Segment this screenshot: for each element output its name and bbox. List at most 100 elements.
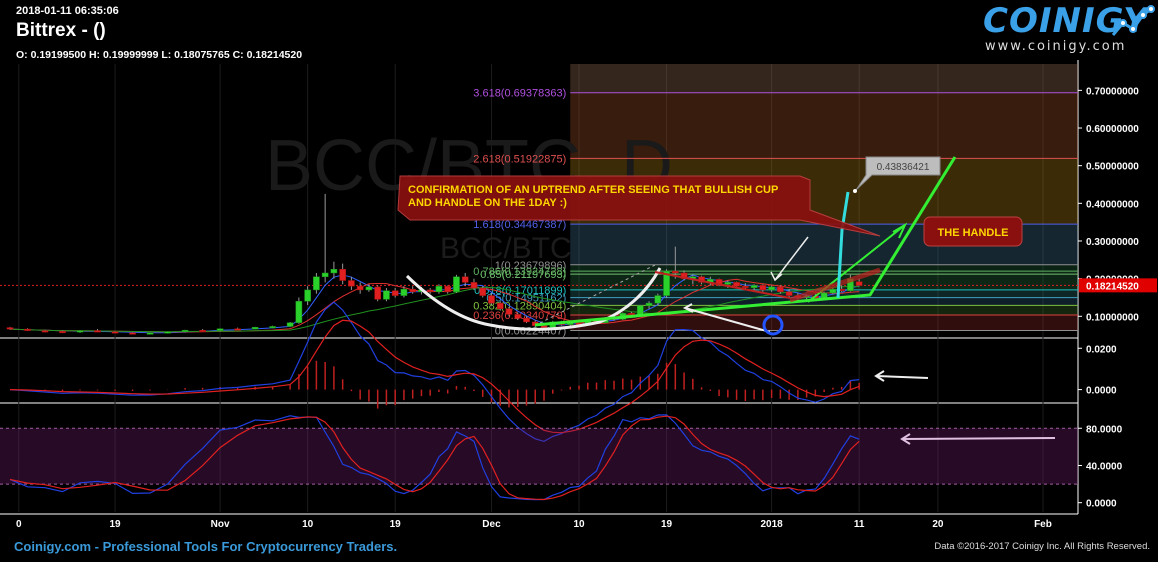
ohlc-readout: O: 0.19199500 H: 0.19999999 L: 0.1807576…	[16, 49, 303, 61]
fib-label: 0.786(0.13924728)	[473, 266, 566, 278]
fib-zone	[570, 315, 1078, 331]
candle	[523, 317, 530, 323]
annotation-text: THE HANDLE	[938, 227, 1009, 239]
candle	[269, 326, 276, 329]
footer-copyright: Data ©2016-2017 Coinigy Inc. All Rights …	[934, 541, 1150, 552]
candle	[654, 295, 662, 304]
macd-signal-line	[9, 319, 860, 434]
stoch-tick-label: 80.0000	[1086, 424, 1123, 435]
last-price-label: 0.18214520	[1086, 281, 1139, 292]
candle	[628, 313, 635, 316]
candle	[286, 322, 294, 327]
candle	[400, 288, 408, 296]
fib-zone	[570, 64, 1078, 93]
trading-chart[interactable]: BCC/BTC, DBCC/BTC3.618(0.69378363)2.618(…	[0, 0, 1158, 562]
candle	[505, 308, 513, 315]
fib-zone	[570, 264, 1078, 272]
candle	[76, 330, 84, 333]
chart-title: Bittrex - ()	[16, 20, 106, 41]
candle	[479, 287, 487, 296]
candle	[41, 330, 49, 333]
candle	[365, 286, 373, 291]
candle	[216, 328, 224, 331]
candle	[777, 286, 784, 293]
time-tick-label: 19	[390, 519, 402, 530]
candle	[742, 285, 749, 288]
time-tick-label: 19	[661, 519, 673, 530]
fib-label: 3.618(0.69378363)	[473, 88, 566, 100]
time-axis: 0 19 Nov 10 19 Dec 10 19 2018 11 20 Feb	[16, 519, 1052, 530]
candle	[435, 285, 443, 293]
price-tick-label: 0.30000000	[1086, 237, 1139, 248]
candle	[313, 276, 320, 291]
candle	[496, 302, 504, 310]
candle	[461, 276, 469, 283]
stochastic-panel: 0.0000 40.0000 80.0000	[0, 414, 1123, 510]
candle	[59, 331, 66, 334]
candle	[181, 329, 189, 332]
candle	[540, 325, 548, 328]
candle	[6, 327, 14, 330]
candle	[111, 331, 119, 334]
candle	[348, 280, 355, 287]
candle	[514, 314, 522, 319]
candle	[829, 288, 837, 294]
candle	[321, 272, 329, 278]
candle	[750, 285, 758, 288]
price-tick-label: 0.50000000	[1086, 162, 1139, 173]
price-tick-label: 0.40000000	[1086, 199, 1139, 210]
fib-label: 1.618(0.34467387)	[473, 219, 566, 231]
candle	[339, 268, 346, 281]
stoch-arrow	[901, 437, 1056, 440]
candle	[785, 291, 793, 296]
candle	[724, 282, 732, 285]
macd-tick-label: 0.0000	[1086, 386, 1117, 397]
candle	[391, 290, 399, 296]
candle	[374, 286, 381, 300]
candle	[24, 328, 31, 331]
callout-dot	[853, 189, 857, 193]
candle	[164, 331, 171, 334]
time-tick-label: 10	[302, 519, 314, 530]
annotation-handle: THE HANDLE	[923, 216, 1023, 247]
candle	[295, 300, 303, 323]
time-tick-label: 11	[854, 519, 865, 530]
annotation-text: AND HANDLE ON THE 1DAY :)	[408, 197, 567, 209]
candle	[129, 332, 136, 335]
candle	[759, 285, 767, 291]
candle	[488, 295, 495, 304]
time-tick-label: Dec	[482, 519, 501, 530]
time-tick-label: 19	[109, 519, 121, 530]
stoch-tick-label: 0.0000	[1086, 499, 1117, 510]
candle	[251, 326, 259, 330]
logo-url: www.coinigy.com	[985, 39, 1127, 54]
candle	[409, 288, 417, 293]
candle	[671, 270, 679, 274]
time-tick-label: Feb	[1034, 519, 1052, 530]
time-tick-label: 2018	[760, 519, 783, 530]
candle	[768, 286, 775, 291]
candle	[146, 332, 154, 335]
candle	[199, 329, 206, 332]
footer-tagline[interactable]: Coinigy.com - Professional Tools For Cry…	[14, 539, 397, 554]
candle	[94, 330, 101, 333]
candle	[733, 282, 740, 287]
candle	[453, 276, 460, 293]
coinigy-logo[interactable]: COINIGY www.coinigy.com	[983, 1, 1155, 59]
stoch-band	[0, 428, 1078, 485]
candle	[855, 281, 863, 286]
time-tick-label: Nov	[211, 519, 230, 530]
time-tick-label: 20	[932, 519, 944, 530]
candle	[330, 268, 338, 274]
candle	[426, 289, 434, 293]
candle	[304, 289, 311, 302]
candle	[645, 302, 653, 306]
candle	[470, 282, 478, 289]
logo-chart-icon	[1111, 5, 1155, 36]
fib-label: 2.618(0.51922875)	[473, 153, 566, 165]
stoch-tick-label: 40.0000	[1086, 461, 1123, 472]
callout-text: 0.43836421	[877, 162, 930, 173]
candle	[356, 285, 364, 291]
candle	[234, 328, 241, 331]
price-tick-label: 0.60000000	[1086, 124, 1139, 135]
